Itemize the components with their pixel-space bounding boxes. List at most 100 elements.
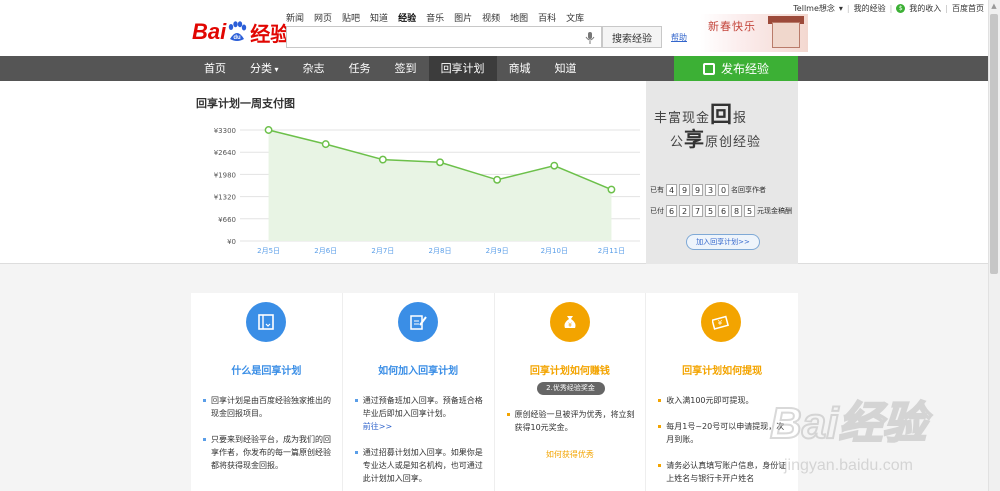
x-tick-label: 2月5日	[257, 247, 280, 255]
publish-label: 发布经验	[720, 62, 769, 76]
logo-du-text: du	[234, 35, 242, 41]
new-year-banner[interactable]: 新春快乐	[700, 14, 808, 52]
y-tick-label: ¥0	[227, 238, 236, 246]
top-nav-item[interactable]: 新闻	[286, 11, 304, 24]
my-experience-link[interactable]: 我的经验	[854, 3, 886, 14]
digit-box: 9	[692, 184, 703, 196]
card-what-is: 什么是回享计划 回享计划是由百度经验独家推出的现金回报项目。 只要来到经验平台，…	[191, 293, 343, 491]
edit-icon	[397, 302, 438, 342]
digit-box: 3	[705, 184, 716, 196]
card-paragraph: 请务必认真填写账户信息，身份证上姓名与银行卡开户姓名	[658, 459, 788, 485]
scroll-up-arrow-icon[interactable]: ▲	[990, 2, 998, 10]
banner-text: 新春快乐	[708, 20, 756, 33]
divider: |	[889, 4, 893, 13]
navbar-item[interactable]: 签到	[383, 56, 429, 81]
card-title: 回享计划如何提现	[682, 366, 763, 377]
digit-box: 8	[731, 205, 742, 217]
navbar-item[interactable]: 任务	[337, 56, 383, 81]
card-paragraph: 收入满100元即可提现。	[658, 394, 788, 407]
navbar-item[interactable]: 知道	[543, 56, 589, 81]
top-nav-item[interactable]: 文库	[566, 11, 584, 24]
username-link[interactable]: Tellme想念	[793, 3, 835, 14]
data-point	[436, 158, 444, 167]
card-paragraph: 原创经验一旦被评为优秀，将立刻获得10元奖金。	[506, 408, 637, 434]
digit-box: 5	[705, 205, 716, 217]
svg-text:¥: ¥	[718, 319, 723, 327]
top-nav: 新闻 网页 贴吧 知道 经验 音乐 图片 视频 地图 百科 文库	[286, 11, 594, 24]
svg-text:¥: ¥	[568, 322, 572, 329]
chart-title: 回享计划一周支付图	[196, 97, 295, 110]
card-paragraph: 回享计划是由百度经验独家推出的现金回报项目。	[203, 394, 333, 420]
top-nav-item-active[interactable]: 经验	[398, 11, 416, 24]
top-nav-item[interactable]: 知道	[370, 11, 388, 24]
coin-icon: $	[896, 4, 906, 13]
ad-line2-big: 享	[684, 127, 706, 151]
microphone-icon[interactable]	[584, 30, 596, 44]
y-tick-label: ¥2640	[214, 149, 236, 157]
navbar-item[interactable]: 回享计划	[428, 56, 497, 81]
baidu-home-link[interactable]: 百度首页	[952, 3, 984, 14]
digit-box: 9	[679, 184, 690, 196]
navbar-item[interactable]: 分类 ▾	[238, 56, 291, 81]
x-tick-label: 2月8日	[429, 247, 452, 255]
card-title: 回享计划如何赚钱	[529, 366, 610, 377]
my-income-link[interactable]: 我的收入	[909, 3, 941, 14]
card-title: 如何加入回享计划	[378, 366, 459, 377]
go-to-link[interactable]: 前往>>	[363, 421, 392, 432]
navbar-item[interactable]: 商城	[497, 56, 543, 81]
navbar-item[interactable]: 首页	[192, 56, 238, 81]
chevron-down-icon: ▾	[272, 65, 279, 74]
y-tick-label: ¥1320	[214, 194, 236, 202]
divider: |	[846, 4, 850, 13]
book-icon	[246, 302, 286, 342]
join-huixiang-button[interactable]: 加入回享计划>>	[686, 234, 760, 250]
top-nav-item[interactable]: 百科	[538, 11, 556, 24]
card-paragraph: 每月1号~20号可以申请提现，次月到账。	[658, 420, 788, 446]
logo-bai-text: Bai	[192, 19, 227, 44]
scrollbar-thumb[interactable]	[990, 14, 998, 274]
bonus-badge: 2.优秀经验奖金	[536, 382, 605, 395]
navbar-item[interactable]: 杂志	[291, 56, 337, 81]
chevron-down-icon[interactable]: ▾	[839, 4, 843, 13]
main-navbar: 首页 分类 ▾ 杂志 任务 签到 回享计划 商城 知道	[0, 56, 988, 81]
digit-box: 0	[718, 184, 729, 196]
card-how-to-join: 如何加入回享计划 通过预备班加入回享。预备班合格毕业后即加入回享计划。 前往>>…	[343, 293, 495, 491]
authors-suffix: 名回享作者	[731, 186, 766, 194]
data-point	[378, 155, 387, 164]
top-nav-item[interactable]: 网页	[314, 11, 332, 24]
top-nav-item[interactable]: 图片	[454, 11, 472, 24]
ad-line2-end: 原创经验	[705, 135, 762, 150]
card-how-to-earn: ¥ 回享计划如何赚钱 2.优秀经验奖金 原创经验一旦被评为优秀，将立刻获得10元…	[495, 293, 647, 491]
ad-headline-2: 公享原创经验	[670, 123, 761, 152]
card-title: 什么是回享计划	[231, 366, 302, 377]
x-tick-label: 2月7日	[371, 247, 394, 255]
search-input[interactable]	[286, 26, 602, 48]
data-point	[493, 175, 502, 184]
edit-icon	[702, 62, 715, 75]
top-nav-item[interactable]: 地图	[510, 11, 528, 24]
x-tick-label: 2月10日	[541, 247, 568, 255]
y-tick-label: ¥1980	[214, 171, 236, 179]
digit-box: 7	[692, 205, 703, 217]
how-to-get-excellent-link[interactable]: 如何获得优秀	[495, 449, 646, 460]
top-nav-item[interactable]: 贴吧	[342, 11, 360, 24]
top-nav-item[interactable]: 视频	[482, 11, 500, 24]
paid-prefix: 已付	[650, 207, 664, 215]
weekly-payment-chart: ¥0 ¥660 ¥1320 ¥1980 ¥2640 ¥3300 2月5日 2月6日 2月7日 2月…	[214, 126, 640, 255]
top-nav-item[interactable]: 音乐	[426, 11, 444, 24]
paid-suffix: 元现金稿酬	[757, 207, 792, 215]
search-button[interactable]: 搜索经验	[602, 26, 662, 48]
money-bag-icon: ¥	[549, 302, 590, 342]
authors-prefix: 已有	[650, 186, 664, 194]
help-link[interactable]: 帮助	[671, 32, 687, 43]
baidu-jingyan-logo[interactable]: Bai du 经验	[192, 18, 290, 46]
publish-experience-button[interactable]: 发布经验	[674, 56, 798, 81]
x-tick-label: 2月11日	[598, 247, 625, 255]
data-point	[321, 140, 330, 149]
paid-amount-row: 已付 6 2 7 5 6 8 5 元现金稿酬	[650, 205, 792, 217]
data-point	[550, 161, 559, 170]
data-point	[264, 126, 273, 134]
card-paragraph: 通过招募计划加入回享。如果你是专业达人或是知名机构，也可通过此计划加入回享。	[354, 446, 485, 485]
cash-icon: ¥	[701, 302, 742, 342]
ad-line2-pre: 公	[670, 135, 685, 150]
